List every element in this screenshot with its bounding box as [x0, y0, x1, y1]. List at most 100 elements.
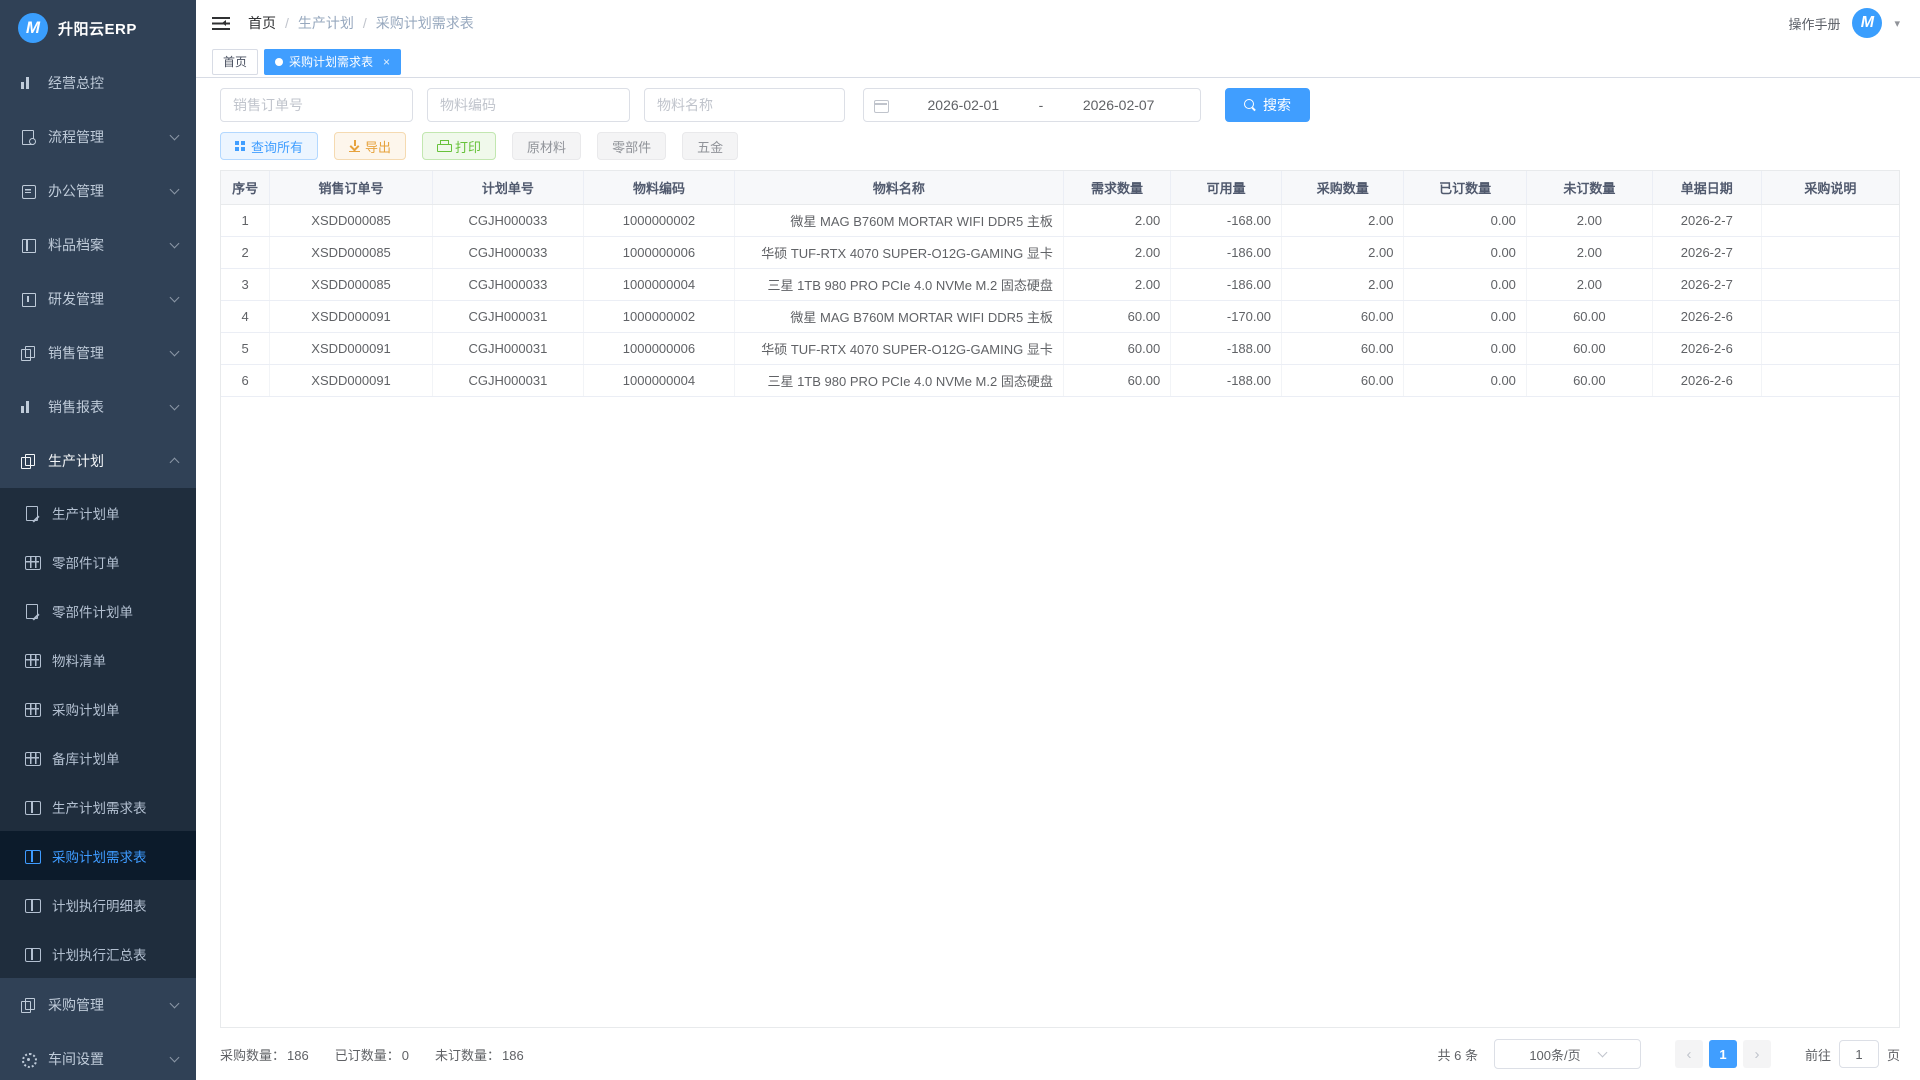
tab-close-icon[interactable]: × — [383, 55, 390, 69]
table-cell: CGJH000033 — [432, 236, 583, 268]
column-header: 可用量 — [1171, 171, 1282, 204]
sidebar-subitem-label: 计划执行明细表 — [52, 895, 178, 915]
sidebar-subitem[interactable]: 生产计划需求表 — [0, 782, 196, 831]
hardware-label: 五金 — [697, 137, 723, 156]
summary-value: 0 — [402, 1048, 409, 1063]
table-cell: CGJH000031 — [432, 364, 583, 396]
table-row[interactable]: 3 XSDD000085 CGJH000033 1000000004 三星 1T… — [221, 268, 1899, 300]
table-row[interactable]: 5 XSDD000091 CGJH000031 1000000006 华硕 TU… — [221, 332, 1899, 364]
sidebar-subitem-label: 零部件计划单 — [52, 601, 178, 621]
table-cell: XSDD000091 — [270, 300, 433, 332]
sidebar-item-label: 生产计划 — [48, 451, 171, 471]
goto-label: 前往 — [1805, 1045, 1831, 1064]
material-name-input[interactable] — [644, 88, 845, 122]
search-button-label: 搜索 — [1263, 95, 1291, 115]
table-row[interactable]: 2 XSDD000085 CGJH000033 1000000006 华硕 TU… — [221, 236, 1899, 268]
table-cell: 2.00 — [1526, 268, 1652, 300]
print-button[interactable]: 打印 — [422, 132, 496, 160]
tab-bar: 首页 采购计划需求表 × — [196, 46, 1920, 78]
sidebar-item[interactable]: 车间设置 — [0, 1032, 196, 1080]
table-cell: XSDD000085 — [270, 236, 433, 268]
export-button[interactable]: 导出 — [334, 132, 406, 160]
table-cell: 2.00 — [1281, 268, 1403, 300]
table-cell: 0.00 — [1404, 268, 1526, 300]
bar-chart-icon — [20, 75, 36, 91]
table-cell: XSDD000091 — [270, 364, 433, 396]
download-icon — [349, 140, 360, 152]
next-page-button[interactable]: › — [1743, 1040, 1771, 1068]
table-cell: 2.00 — [1281, 204, 1403, 236]
user-avatar[interactable]: M — [1852, 8, 1882, 38]
table-cell: 60.00 — [1281, 332, 1403, 364]
sidebar-item[interactable]: 采购管理 — [0, 978, 196, 1032]
grid-icon — [235, 141, 246, 152]
sidebar-item[interactable]: 经营总控 — [0, 56, 196, 110]
sidebar-item-label: 料品档案 — [48, 235, 171, 255]
summary-item: 未订数量：186 — [435, 1045, 524, 1064]
sidebar-subitem[interactable]: 备库计划单 — [0, 733, 196, 782]
date-end[interactable]: 2026-02-07 — [1047, 97, 1190, 113]
breadcrumb-section[interactable]: 生产计划 — [298, 13, 354, 33]
sidebar-subitem[interactable]: 零部件订单 — [0, 537, 196, 586]
parts-button[interactable]: 零部件 — [597, 132, 666, 160]
table-cell: 2.00 — [1526, 236, 1652, 268]
sales-order-input[interactable] — [220, 88, 413, 122]
sidebar-item[interactable]: 流程管理 — [0, 110, 196, 164]
table-row[interactable]: 1 XSDD000085 CGJH000033 1000000002 微星 MA… — [221, 204, 1899, 236]
summary-item: 采购数量：186 — [220, 1045, 309, 1064]
search-button[interactable]: 搜索 — [1225, 88, 1310, 122]
column-header: 物料名称 — [734, 171, 1063, 204]
sidebar-item[interactable]: 研发管理 — [0, 272, 196, 326]
user-menu-caret-icon[interactable]: ▾ — [1894, 17, 1900, 30]
date-range-picker[interactable]: 2026-02-01 - 2026-02-07 — [863, 88, 1201, 122]
tab-purchase-plan-report[interactable]: 采购计划需求表 × — [264, 49, 401, 75]
summary-value: 186 — [287, 1048, 309, 1063]
collapse-sidebar-icon[interactable] — [212, 17, 230, 30]
table-cell: 60.00 — [1526, 332, 1652, 364]
page-1-button[interactable]: 1 — [1709, 1040, 1737, 1068]
sidebar-subitem[interactable]: 零部件计划单 — [0, 586, 196, 635]
sidebar-subitem[interactable]: 生产计划单 — [0, 488, 196, 537]
sidebar-subitem[interactable]: 采购计划单 — [0, 684, 196, 733]
sidebar-item[interactable]: 料品档案 — [0, 218, 196, 272]
pagination: 共 6 条 100条/页 ‹ 1 › 前往 页 — [1438, 1039, 1901, 1069]
date-start[interactable]: 2026-02-01 — [892, 97, 1035, 113]
app-logo-icon: M — [18, 13, 48, 43]
page-size-select[interactable]: 100条/页 — [1494, 1039, 1641, 1069]
table-cell: 6 — [221, 364, 270, 396]
content: 2026-02-01 - 2026-02-07 搜索 查询所有 导出 — [196, 78, 1920, 1028]
print-label: 打印 — [455, 137, 481, 156]
main-area: 首页 / 生产计划 / 采购计划需求表 操作手册 M ▾ 首页 采购计划需求表 … — [196, 0, 1920, 1080]
manual-link[interactable]: 操作手册 — [1788, 14, 1840, 33]
table-cell — [1761, 236, 1899, 268]
sidebar-item[interactable]: 销售报表 — [0, 380, 196, 434]
sidebar-subitem[interactable]: 计划执行明细表 — [0, 880, 196, 929]
raw-material-button[interactable]: 原材料 — [512, 132, 581, 160]
tab-home-label: 首页 — [223, 53, 247, 70]
export-label: 导出 — [365, 137, 391, 156]
query-all-button[interactable]: 查询所有 — [220, 132, 318, 160]
sidebar-item[interactable]: 生产计划 — [0, 434, 196, 488]
sidebar-subitem[interactable]: 采购计划需求表 — [0, 831, 196, 880]
sidebar-subitem[interactable]: 物料清单 — [0, 635, 196, 684]
sidebar-subitem[interactable]: 计划执行汇总表 — [0, 929, 196, 978]
table-row[interactable]: 4 XSDD000091 CGJH000031 1000000002 微星 MA… — [221, 300, 1899, 332]
hardware-button[interactable]: 五金 — [682, 132, 738, 160]
prev-page-button[interactable]: ‹ — [1675, 1040, 1703, 1068]
sidebar-item[interactable]: 办公管理 — [0, 164, 196, 218]
table-cell: 60.00 — [1281, 300, 1403, 332]
table-row[interactable]: 6 XSDD000091 CGJH000031 1000000004 三星 1T… — [221, 364, 1899, 396]
goto-page-input[interactable] — [1839, 1040, 1879, 1068]
table-cell: 2026-2-6 — [1652, 332, 1761, 364]
breadcrumb-home[interactable]: 首页 — [248, 13, 276, 33]
date-separator: - — [1035, 97, 1048, 113]
app-logo: M 升阳云ERP — [0, 0, 196, 56]
chevron-icon — [170, 458, 180, 468]
sidebar-item-label: 研发管理 — [48, 289, 171, 309]
table-cell: XSDD000085 — [270, 268, 433, 300]
table-cell: 2.00 — [1526, 204, 1652, 236]
copy-icon — [20, 453, 36, 469]
material-code-input[interactable] — [427, 88, 630, 122]
sidebar-item[interactable]: 销售管理 — [0, 326, 196, 380]
tab-home[interactable]: 首页 — [212, 49, 258, 75]
